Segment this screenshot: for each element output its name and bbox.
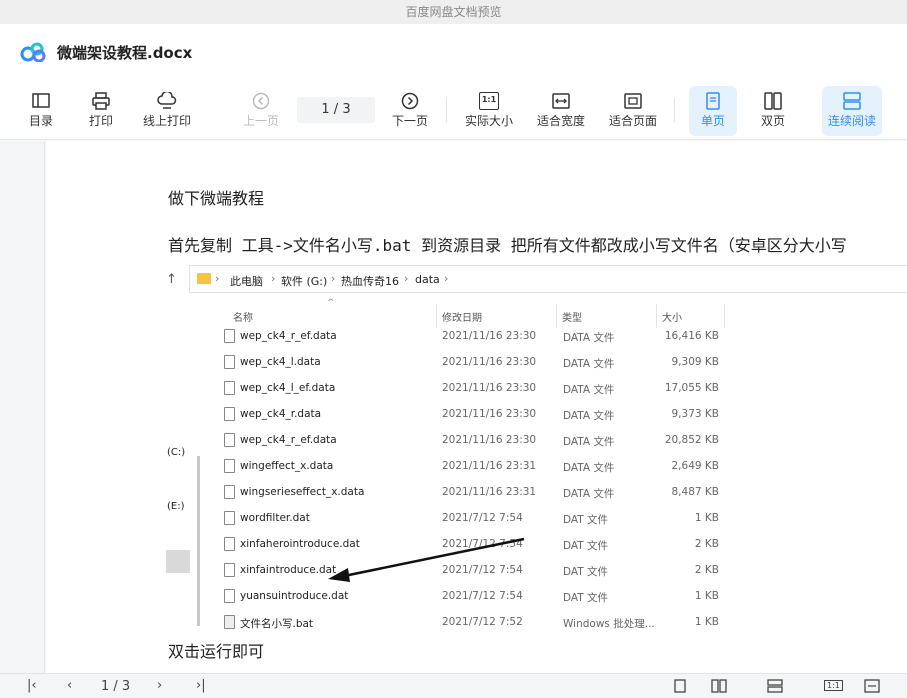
toc-icon [32, 93, 50, 108]
double-page-icon[interactable] [711, 679, 727, 693]
baidu-netdisk-logo-icon [20, 42, 46, 62]
next-page-icon[interactable]: › [157, 678, 162, 693]
online-print-label: 线上打印 [142, 114, 191, 128]
next-page-button[interactable]: 下一页 [389, 86, 431, 136]
printer-icon [92, 92, 110, 110]
fit-width-icon[interactable] [864, 679, 880, 693]
window-title: 百度网盘文档预览 [0, 0, 907, 24]
bottom-navigation-bar: |‹ ‹ 1 / 3 › ›| 1:1 [0, 673, 907, 698]
prev-page-button[interactable]: 上一页 [240, 86, 282, 136]
continuous-reading-button[interactable]: 连续阅读 [822, 86, 882, 136]
fit-width-button[interactable]: 适合宽度 [534, 86, 588, 136]
actual-size-button[interactable]: 1:1 实际大小 [462, 86, 516, 136]
cloud-print-icon [157, 92, 177, 109]
chevron-right-circle-icon [401, 92, 419, 110]
document-heading: 做下微端教程 [168, 189, 265, 208]
chevron-left-circle-icon [252, 92, 270, 110]
double-page-icon [764, 92, 782, 110]
page-number-input[interactable]: 1 / 3 [297, 97, 375, 123]
document-paragraph: 双击运行即可 [168, 642, 265, 661]
annotation-arrow [328, 537, 525, 582]
single-page-label: 单页 [700, 114, 725, 128]
toolbar-divider [446, 98, 447, 122]
online-print-button[interactable]: 线上打印 [140, 86, 194, 136]
double-page-button[interactable]: 双页 [749, 86, 797, 136]
thumbnail-sidebar [0, 141, 45, 673]
document-title: 微端架设教程.docx [57, 44, 193, 62]
document-page: 做下微端教程 首先复制 工具->文件名小写.bat 到资源目录 把所有文件都改成… [46, 141, 907, 673]
actual-size-label: 实际大小 [464, 114, 513, 128]
document-paragraph: 首先复制 工具->文件名小写.bat 到资源目录 把所有文件都改成小写文件名（安… [168, 236, 847, 255]
fit-page-label: 适合页面 [608, 114, 657, 128]
fit-width-label: 适合宽度 [536, 114, 585, 128]
fit-width-icon [552, 93, 570, 109]
actual-size-icon[interactable]: 1:1 [824, 680, 843, 691]
fit-page-icon [624, 93, 642, 109]
single-page-icon [706, 92, 720, 110]
app-header: 微端架设教程.docx [0, 24, 907, 80]
continuous-reading-icon [843, 92, 861, 110]
next-page-label: 下一页 [391, 114, 428, 128]
double-page-label: 双页 [760, 114, 785, 128]
print-label: 打印 [88, 114, 113, 128]
first-page-icon[interactable]: |‹ [27, 678, 37, 693]
continuous-reading-icon[interactable] [767, 679, 783, 693]
single-page-icon[interactable] [673, 679, 687, 693]
prev-page-label: 上一页 [242, 114, 279, 128]
continuous-reading-label: 连续阅读 [827, 114, 876, 128]
single-page-button[interactable]: 单页 [689, 86, 737, 136]
bottom-page-indicator: 1 / 3 [101, 679, 131, 694]
print-button[interactable]: 打印 [82, 86, 120, 136]
toolbar-divider [674, 98, 675, 122]
actual-size-icon: 1:1 [479, 92, 499, 110]
toolbar: 目录 打印 线上打印 上一页 1 / 3 下一页 1:1 实际大小 适合宽度 适… [0, 80, 907, 140]
fit-page-button[interactable]: 适合页面 [606, 86, 660, 136]
embedded-explorer-screenshot: ↑ › 此电脑 › 软件 (G:) › 热血传奇16 › data › (C:)… [166, 256, 907, 636]
prev-page-icon[interactable]: ‹ [67, 678, 72, 693]
last-page-icon[interactable]: ›| [196, 678, 206, 693]
toc-label: 目录 [28, 114, 53, 128]
toc-button[interactable]: 目录 [22, 86, 60, 136]
